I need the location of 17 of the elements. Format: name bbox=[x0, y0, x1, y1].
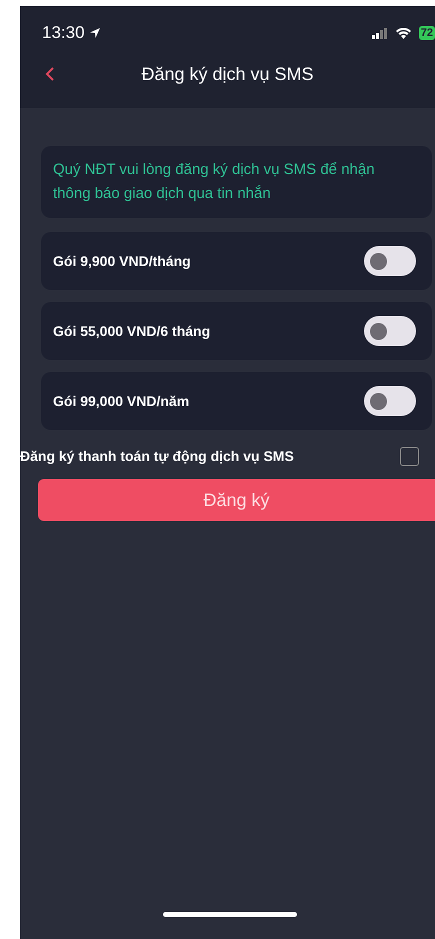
back-chevron-icon bbox=[45, 66, 55, 82]
package-label: Gói 99,000 VND/năm bbox=[53, 392, 190, 410]
package-label: Gói 55,000 VND/6 tháng bbox=[53, 322, 210, 341]
auto-pay-checkbox[interactable] bbox=[400, 447, 419, 466]
location-arrow-icon bbox=[88, 27, 101, 39]
wifi-icon bbox=[396, 28, 411, 38]
package-toggle[interactable] bbox=[364, 246, 416, 276]
package-label: Gói 9,900 VND/tháng bbox=[53, 252, 191, 271]
signal-icon bbox=[372, 28, 388, 38]
package-toggle[interactable] bbox=[364, 316, 416, 346]
register-button[interactable]: Đăng ký bbox=[38, 479, 435, 521]
auto-pay-label: Đăng ký thanh toán tự động dịch vụ SMS bbox=[20, 447, 294, 466]
screen-title: Đăng ký dịch vụ SMS bbox=[141, 62, 314, 86]
notice-message: Quý NĐT vui lòng đăng ký dịch vụ SMS để nhận thông báo giao dịch qua tin nhắn bbox=[53, 160, 376, 204]
package-toggle[interactable] bbox=[364, 386, 416, 416]
status-time: 13:30 bbox=[42, 22, 85, 44]
battery-indicator: 72 bbox=[418, 26, 435, 40]
